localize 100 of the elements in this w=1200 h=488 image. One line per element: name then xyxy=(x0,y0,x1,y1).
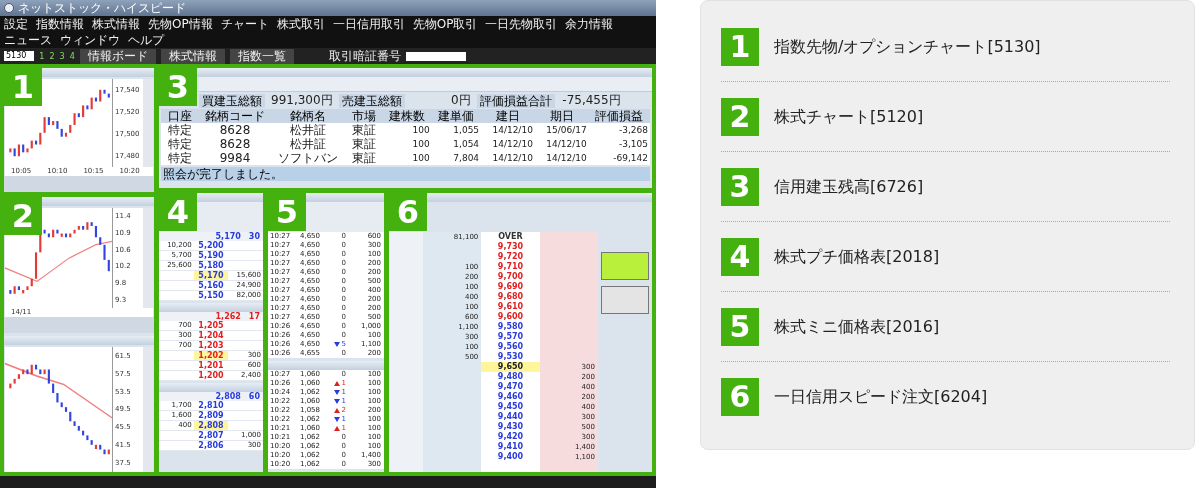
column-header: 銘柄コード xyxy=(198,109,272,123)
code-field[interactable]: 5130 xyxy=(4,51,35,61)
down-triangle-icon xyxy=(333,342,340,347)
menu-item[interactable]: 株式情報 xyxy=(92,16,140,32)
page-tab[interactable]: 4 xyxy=(69,51,75,61)
table-cell-text: 松井証 xyxy=(289,123,328,137)
price-cell-text: 9,580 xyxy=(496,322,525,332)
window-title: ネットストック・ハイスピード xyxy=(18,0,186,16)
summary-value: -75,455円 xyxy=(561,92,621,109)
page-tab[interactable]: 1 xyxy=(39,51,45,61)
table-cell-text: 14/12/10 xyxy=(491,138,534,151)
table-cell-text: 特定 xyxy=(166,123,193,137)
number-badge: 5 xyxy=(268,193,306,231)
price-cell-text: 2,810 xyxy=(197,401,224,410)
price-cell-text: 9,680 xyxy=(496,292,525,302)
summary-label: 買建玉総額 xyxy=(199,93,265,108)
table-cell-text: 100 xyxy=(411,124,431,137)
menu-item[interactable]: ニュース xyxy=(4,32,52,48)
price-cell-text: 9,720 xyxy=(496,252,525,262)
price-cell-text: 1,203 xyxy=(197,341,225,350)
summary-label: 評価損益合計 xyxy=(476,93,555,108)
price-cell-text: 9,570 xyxy=(496,332,525,342)
price-cell-text: 9,430 xyxy=(496,422,525,432)
price-cell-text: 5,190 xyxy=(197,251,225,260)
menu-item[interactable]: 設定 xyxy=(4,16,28,32)
number-badge: 4 xyxy=(159,193,197,231)
menu-item[interactable]: ヘルプ xyxy=(128,32,164,48)
current-price: 1,262 xyxy=(215,312,241,321)
current-price: 5,170 xyxy=(215,232,241,241)
column-header: 建単価 xyxy=(431,109,482,123)
price-cell-text: 2,807 xyxy=(197,431,225,440)
table-cell-text: ソフトバン xyxy=(277,151,340,165)
current-price: 2,808 xyxy=(215,392,241,401)
price-cell-text: 9,450 xyxy=(496,402,525,412)
toolbar-button[interactable]: 情報ボード xyxy=(79,48,156,64)
price-cell: 1,202 xyxy=(193,351,229,360)
page-tab[interactable]: 2 xyxy=(49,51,55,61)
up-triangle-icon xyxy=(333,426,340,431)
table-cell-text: 14/12/10 xyxy=(545,138,588,151)
legend-label: 株式ミニ価格表[2016] xyxy=(774,316,940,338)
menu-item[interactable]: 余力情報 xyxy=(565,16,614,32)
pin-label: 取引暗証番号 xyxy=(328,47,401,65)
price-cell-text: 9,560 xyxy=(496,342,525,352)
status-message: 照会が完了しました。 xyxy=(161,167,650,181)
app-icon xyxy=(4,3,14,13)
menu-item[interactable]: 指数情報 xyxy=(36,16,84,32)
price-cell-text: 9,420 xyxy=(496,432,525,442)
table-cell-text: 14/12/10 xyxy=(545,152,588,165)
menu-item[interactable]: チャート xyxy=(220,16,269,32)
price-cell-text: 1,201 xyxy=(197,361,225,370)
table-cell-text: 特定 xyxy=(166,151,193,165)
table-cell-text: -3,268 xyxy=(618,124,649,137)
menu-item[interactable]: 一日先物取引 xyxy=(485,16,558,32)
menu-item[interactable]: 先物OP情報 xyxy=(148,16,213,32)
number-badge: 4 xyxy=(721,238,759,276)
table-cell-text: 8628 xyxy=(218,137,252,151)
legend-label: 一日信用スピード注文[6204] xyxy=(774,386,988,408)
summary-label: 売建玉総額 xyxy=(338,93,405,108)
price-cell-text: 9,460 xyxy=(496,392,525,402)
table-cell-text: 1,055 xyxy=(452,124,481,137)
price-cell-text: 9,610 xyxy=(496,302,525,312)
price-cell-text: 9,700 xyxy=(496,272,525,282)
toolbar-button[interactable]: 株式情報 xyxy=(160,48,225,64)
menu-item[interactable]: 先物OP取引 xyxy=(412,16,478,32)
table-cell-text: 東証 xyxy=(350,151,377,165)
toolbar-button[interactable]: 指数一覧 xyxy=(229,48,294,64)
price-cell-text: 1,200 xyxy=(197,371,225,380)
pin-field[interactable] xyxy=(405,51,466,61)
number-badge: 1 xyxy=(4,68,42,106)
price-cell-text: 9,600 xyxy=(496,312,525,322)
legend-label: 株式プチ価格表[2018] xyxy=(774,246,940,268)
column-header: 市場 xyxy=(345,109,383,123)
order-button[interactable] xyxy=(601,252,649,280)
page-tab[interactable]: 3 xyxy=(59,51,65,61)
table-cell-text: 1,054 xyxy=(452,138,481,151)
price-cell-text: 9,650 xyxy=(496,362,525,372)
column-header: 建株数 xyxy=(382,109,432,123)
up-triangle-icon xyxy=(333,408,340,413)
legend-label: 信用建玉残高[6726] xyxy=(774,176,924,198)
column-header: 評価損益 xyxy=(588,109,650,123)
menu-item[interactable]: 株式取引 xyxy=(276,16,325,32)
price-cell-text: 9,440 xyxy=(496,412,525,422)
table-cell-text: 8628 xyxy=(218,123,252,137)
menu-item[interactable]: 一日信用取引 xyxy=(332,16,405,32)
price-cell-text: 5,160 xyxy=(197,281,225,290)
table-cell-text: 9984 xyxy=(218,151,252,165)
price-cell-text: 9,480 xyxy=(496,372,525,382)
table-cell-text: -3,105 xyxy=(618,138,649,151)
price-cell: 5,170 xyxy=(193,271,229,280)
column-header: 銘柄名 xyxy=(271,109,346,123)
column-header: 期日 xyxy=(534,109,589,123)
menu-item[interactable]: ウィンドウ xyxy=(60,32,120,48)
table-cell-text: 7,804 xyxy=(452,152,481,165)
price-cell-text: 9,470 xyxy=(496,382,525,392)
order-button[interactable] xyxy=(601,286,649,314)
price-cell-text: 9,400 xyxy=(496,452,525,462)
number-badge: 1 xyxy=(721,28,759,66)
price-change: 30 xyxy=(248,232,260,241)
number-badge: 6 xyxy=(721,378,759,416)
table-cell-text: 14/12/10 xyxy=(491,124,534,137)
